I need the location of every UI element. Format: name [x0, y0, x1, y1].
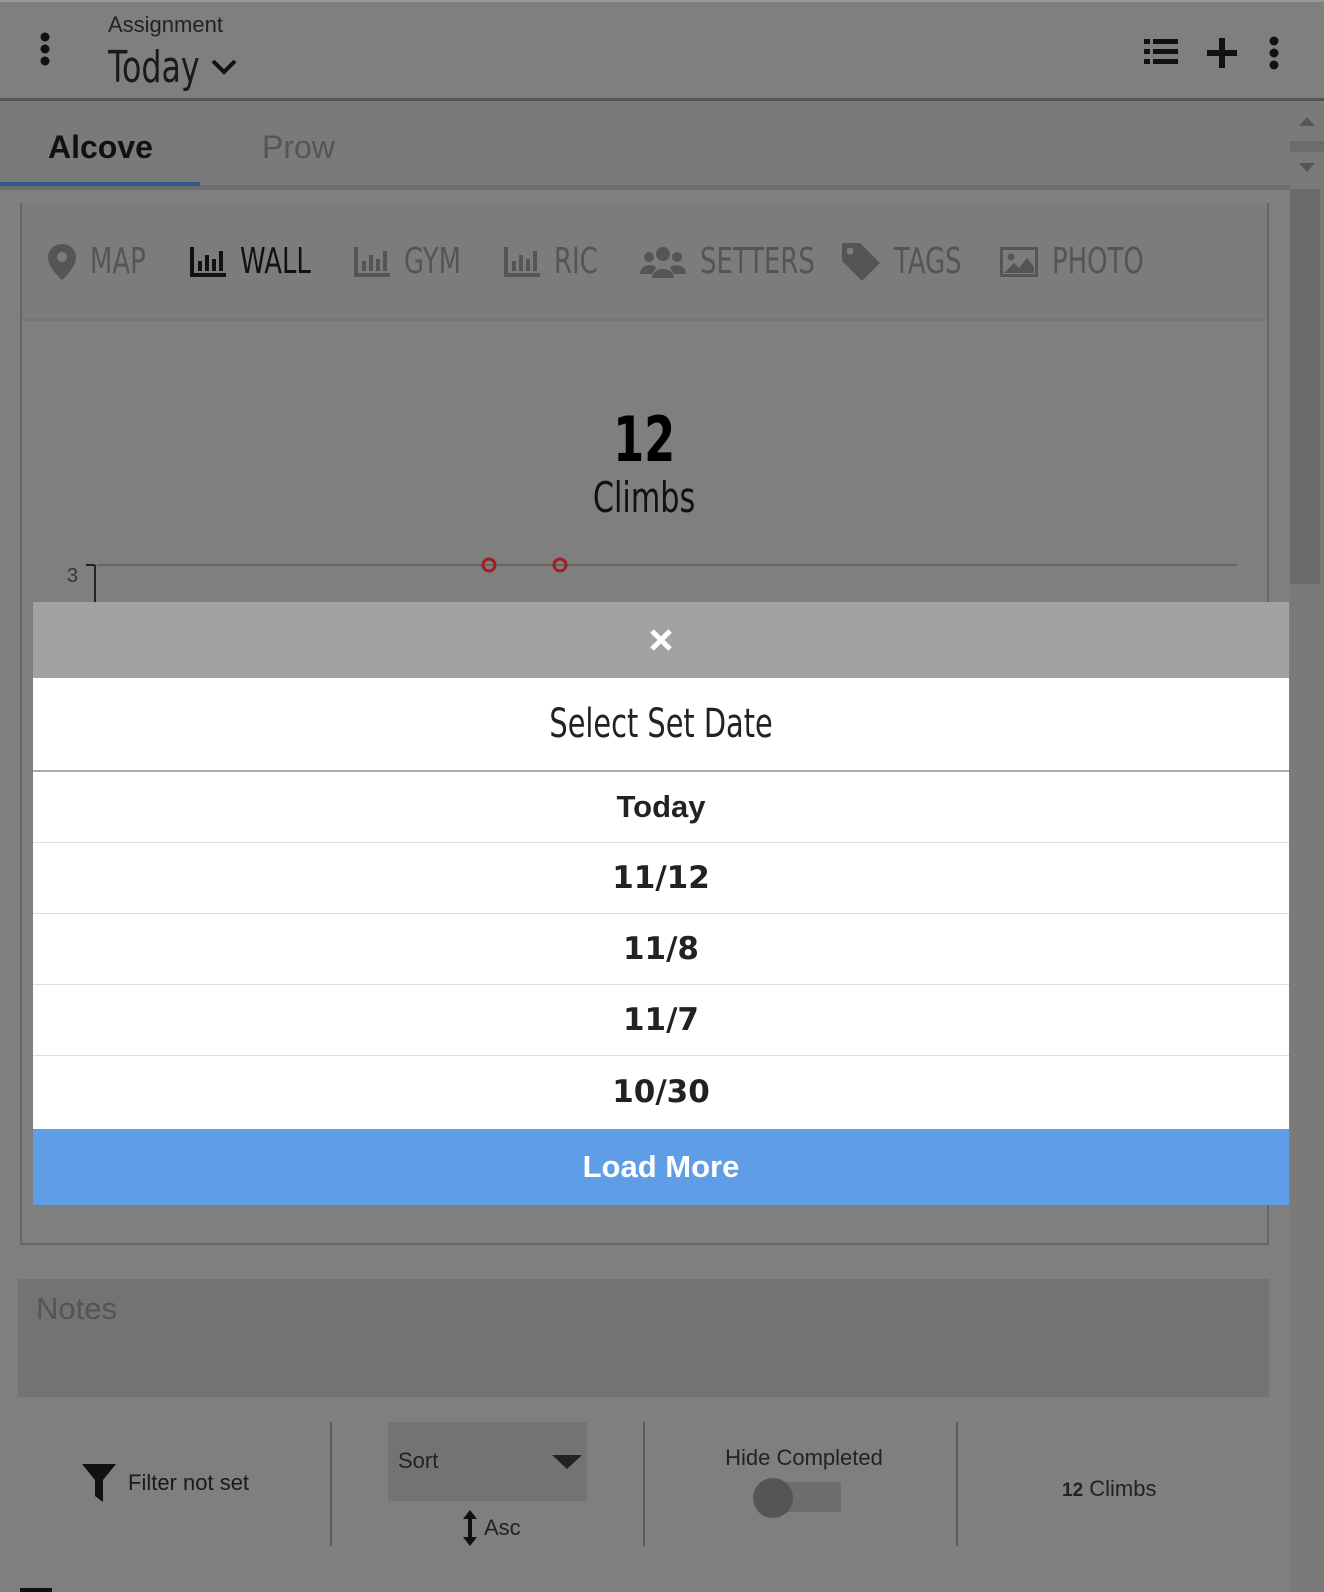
toolbar-map[interactable]: MAP	[48, 241, 146, 282]
assignment-label: Assignment	[108, 12, 223, 37]
date-option[interactable]: 10/30	[33, 1056, 1289, 1127]
chart-y-tick-label: 3	[67, 565, 79, 587]
date-selector[interactable]: Today	[108, 41, 238, 93]
divider	[956, 1422, 958, 1546]
wall-chart	[86, 557, 1237, 608]
toolbar-ric[interactable]: RIC	[504, 241, 598, 282]
filter-button[interactable]: Filter not set	[82, 1464, 249, 1502]
bottom-edge-marker	[20, 1588, 52, 1592]
toggle-knob	[753, 1478, 793, 1518]
toolbar-label: WALL	[240, 241, 311, 282]
scrollbar[interactable]	[1290, 101, 1324, 1592]
divider	[643, 1422, 645, 1546]
divider	[330, 1422, 332, 1546]
toolbar-wall[interactable]: WALL	[190, 241, 311, 282]
close-icon[interactable]	[649, 628, 673, 652]
sort-order-label: Asc	[484, 1515, 521, 1540]
date-value: Today	[108, 41, 200, 93]
notes-placeholder: Notes	[36, 1291, 117, 1326]
toolbar-label: PHOTO	[1052, 241, 1144, 282]
tab-bar: Alcove Prow	[0, 101, 1290, 190]
toolbar-gym[interactable]: GYM	[354, 241, 461, 282]
filter-icon	[82, 1464, 116, 1502]
bar-chart-icon	[190, 246, 226, 277]
climb-count: 12	[613, 403, 676, 476]
scroll-thumb[interactable]	[1290, 189, 1320, 584]
active-tab-indicator	[0, 182, 200, 186]
sort-select[interactable]: Sort	[388, 1422, 587, 1501]
toolbar-label: RIC	[554, 241, 598, 282]
modal-title: Select Set Date	[33, 678, 1289, 772]
scroll-track	[1290, 141, 1324, 152]
select-set-date-modal: Select Set Date Today 11/12 11/8 11/7 10…	[33, 602, 1289, 1205]
date-option[interactable]: 11/12	[33, 843, 1289, 914]
bar-chart-icon	[354, 246, 390, 277]
modal-header	[33, 602, 1289, 678]
hide-completed-label: Hide Completed	[725, 1445, 883, 1470]
view-toolbar: MAP WALL GYM RIC SETTERS TAGS PHOTO	[22, 203, 1267, 321]
load-more-button[interactable]: Load More	[33, 1129, 1289, 1205]
more-vert-icon[interactable]	[38, 32, 52, 66]
toolbar-label: MAP	[90, 241, 146, 282]
toolbar-label: GYM	[404, 241, 461, 282]
plus-icon[interactable]	[1207, 38, 1237, 68]
footer-climb-count: 12 Climbs	[1062, 1476, 1157, 1501]
tab-alcove[interactable]: Alcove	[48, 129, 153, 166]
filter-label: Filter not set	[128, 1470, 250, 1495]
list-icon[interactable]	[1144, 38, 1178, 66]
image-icon	[1000, 246, 1038, 277]
caret-down-icon	[552, 1455, 582, 1469]
toolbar-photo[interactable]: PHOTO	[1000, 241, 1144, 282]
sort-arrows-icon	[463, 1510, 477, 1546]
toolbar-tags[interactable]: TAGS	[842, 241, 962, 282]
tag-icon	[842, 242, 880, 281]
toolbar-label: SETTERS	[700, 241, 815, 282]
toolbar-label: TAGS	[894, 241, 962, 282]
notes-input[interactable]: Notes	[18, 1279, 1269, 1397]
users-icon	[640, 246, 686, 278]
scroll-down-icon[interactable]	[1299, 163, 1315, 172]
sort-label: Sort	[398, 1448, 439, 1473]
hide-completed-toggle[interactable]	[753, 1478, 841, 1520]
app-header: Assignment Today	[0, 0, 1324, 101]
scroll-up-icon[interactable]	[1299, 117, 1315, 126]
tab-prow[interactable]: Prow	[262, 129, 335, 166]
sort-order-toggle[interactable]: Asc	[462, 1510, 521, 1546]
chevron-down-icon	[211, 59, 237, 75]
date-option[interactable]: 11/7	[33, 985, 1289, 1056]
map-marker-icon	[48, 243, 76, 280]
more-vert-icon[interactable]	[1267, 36, 1281, 70]
toolbar-setters[interactable]: SETTERS	[640, 241, 815, 282]
climb-count-label: Climbs	[593, 473, 696, 522]
date-option[interactable]: 11/8	[33, 914, 1289, 985]
date-option[interactable]: Today	[33, 772, 1289, 843]
bar-chart-icon	[504, 246, 540, 277]
